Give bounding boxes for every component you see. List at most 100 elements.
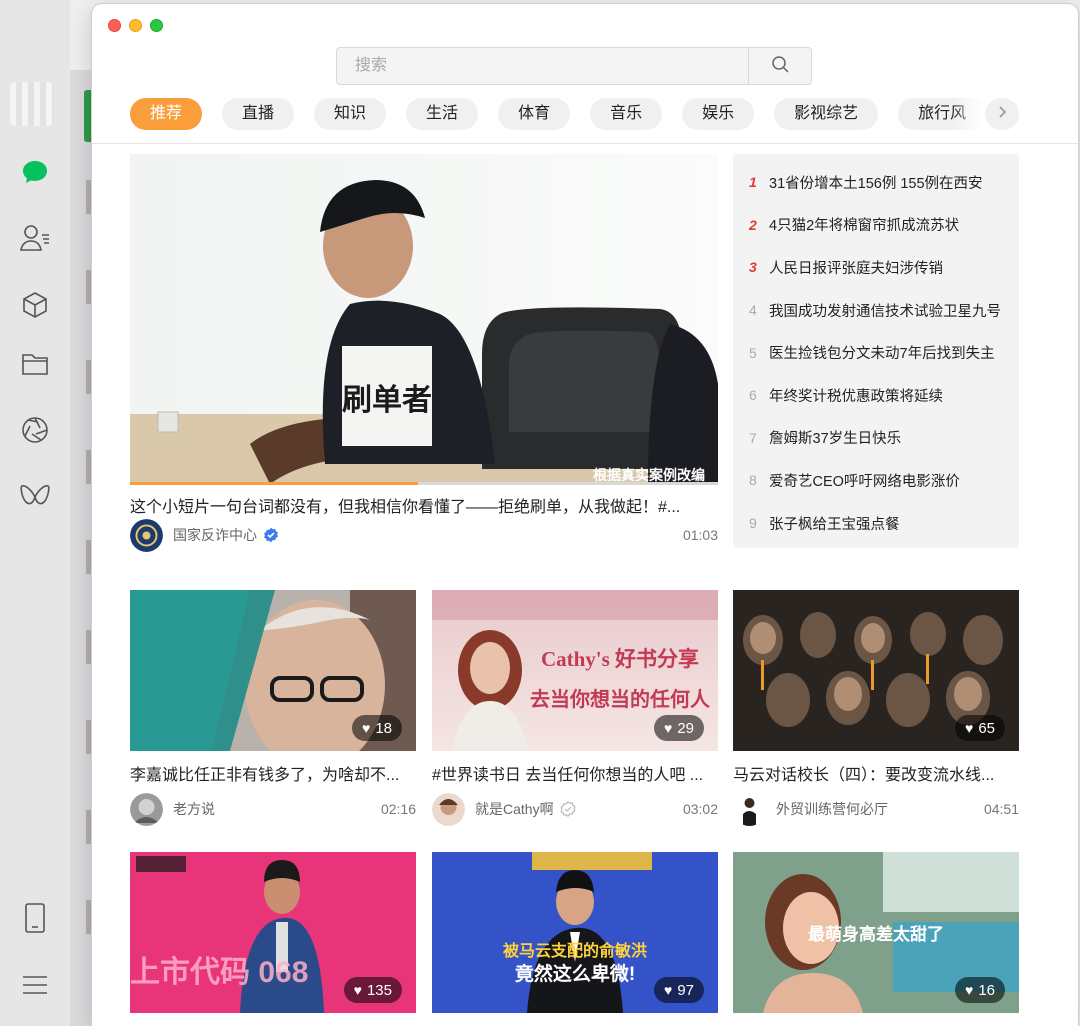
like-count: 65 [978,719,995,737]
author-avatar[interactable] [432,792,465,826]
video-thumbnail: Cathy's 好书分享 去当你想当的任何人 ♥ 29 [432,590,718,751]
like-count-badge: ♥ 18 [352,715,402,741]
tab-film-variety[interactable]: 影视综艺 [774,98,879,130]
tab-live[interactable]: 直播 [222,98,295,130]
thumbnail-text: 最萌身高差太甜了 [808,924,944,944]
search-icon [771,55,789,78]
tabs-next-button[interactable] [985,98,1019,130]
featured-author-row: 国家反诈中心 01:03 [130,518,718,552]
video-title[interactable]: #世界读书日 去当任何你想当的人吧 ... [432,761,718,785]
author-avatar[interactable] [733,792,766,826]
author-name[interactable]: 就是Cathy啊 [475,799,554,819]
video-card[interactable]: 上市代码 068 ♥ 135 [130,852,416,1013]
hot-rank: 4 [749,302,757,319]
hot-rank: 8 [749,472,757,489]
hot-rank: 5 [749,344,757,361]
thumbnail-text-1: 被马云支配的俞敏洪 [503,941,647,960]
close-window-button[interactable] [108,19,121,32]
video-thumbnail: 上市代码 068 ♥ 135 [130,852,416,1013]
hot-item[interactable]: 9 张子枫给王宝强点餐 [733,502,1019,545]
hot-rank: 2 [749,216,757,233]
like-count: 16 [978,981,995,999]
tab-recommend[interactable]: 推荐 [130,98,203,130]
search-bar [336,47,812,85]
video-card[interactable]: ♥ 65 马云对话校长（四）：要改变流水线... 外贸训练营何必厅 04:51 [733,590,1019,826]
user-avatar[interactable] [10,82,54,126]
hot-text: 詹姆斯37岁生日快乐 [769,431,902,448]
heart-icon: ♥ [664,982,673,998]
moments-aperture-icon[interactable] [17,412,53,448]
hot-text: 张子枫给王宝强点餐 [769,516,900,533]
hot-item[interactable]: 7 詹姆斯37岁生日快乐 [733,417,1019,460]
files-folder-icon[interactable] [17,346,53,382]
favorites-cube-icon[interactable] [17,287,53,323]
channels-window: 推荐 直播 知识 生活 体育 音乐 娱乐 影视综艺 旅行风 [92,4,1078,1026]
like-count: 29 [677,719,694,737]
heart-icon: ♥ [353,982,362,998]
hot-item[interactable]: 4 我国成功发射通信技术试验卫星九号 [733,289,1019,332]
featured-overlay-label: 刷单者 [342,384,432,417]
video-title[interactable]: 李嘉诚比任正非有钱多了，为啥却不... [130,761,416,785]
video-card[interactable]: Cathy's 好书分享 去当你想当的任何人 ♥ 29 #世界读书日 去当任何你想… [432,590,718,826]
thumbnail-text: 上市代码 068 [130,955,308,989]
video-card[interactable]: 最萌身高差太甜了 ♥ 16 [733,852,1019,1013]
featured-author-avatar[interactable] [130,518,163,552]
phone-icon[interactable] [17,900,53,936]
hot-text: 年终奖计税优惠政策将延续 [769,388,943,405]
hot-item[interactable]: 5 医生捡钱包分文未动7年后找到失主 [733,331,1019,374]
author-avatar[interactable] [130,792,163,826]
hot-item[interactable]: 3 人民日报评张庭夫妇涉传销 [733,246,1019,289]
like-count-badge: ♥ 135 [343,977,402,1003]
hot-item[interactable]: 6 年终奖计税优惠政策将延续 [733,374,1019,417]
chevron-right-icon [997,105,1007,124]
featured-progress-bar[interactable] [130,482,718,485]
video-card[interactable]: ♥ 18 李嘉诚比任正非有钱多了，为啥却不... 老方说 02:16 [130,590,416,826]
heart-icon: ♥ [362,720,371,736]
search-input[interactable] [337,48,748,84]
tab-sports[interactable]: 体育 [498,98,571,130]
maximize-window-button[interactable] [150,19,163,32]
hot-item[interactable]: 1 31省份增本土156例 155例在西安 [733,161,1019,204]
thumbnail-text-2: 竟然这么卑微! [515,962,635,985]
search-button[interactable] [748,48,811,84]
featured-progress-fill [130,482,419,485]
video-duration: 04:51 [983,801,1019,817]
featured-title[interactable]: 这个小短片一句台词都没有，但我相信你看懂了——拒绝刷单，从我做起！#... [130,493,718,517]
author-name[interactable]: 外贸训练营何必厅 [776,799,888,819]
verified-outline-icon [559,801,576,817]
category-tabs: 推荐 直播 知识 生活 体育 音乐 娱乐 影视综艺 旅行风 [130,98,1020,130]
featured-author-name[interactable]: 国家反诈中心 [173,525,257,545]
hot-item[interactable]: 2 4只猫2年将棉窗帘抓成流苏状 [733,204,1019,247]
window-controls [108,19,163,32]
hot-rank: 1 [749,174,757,191]
hot-rank: 9 [749,515,757,532]
hot-rank: 7 [749,429,757,446]
like-count-badge: ♥ 29 [654,715,704,741]
like-count-badge: ♥ 16 [955,977,1005,1003]
minimize-window-button[interactable] [129,19,142,32]
tab-knowledge[interactable]: 知识 [314,98,387,130]
chat-icon[interactable] [17,154,53,190]
channels-butterfly-icon[interactable] [17,479,53,515]
like-count: 135 [366,981,392,999]
heart-icon: ♥ [664,720,673,736]
tab-life[interactable]: 生活 [406,98,479,130]
contacts-icon[interactable] [17,220,53,256]
author-name[interactable]: 老方说 [173,799,215,819]
tab-music[interactable]: 音乐 [590,98,663,130]
video-thumbnail: 最萌身高差太甜了 ♥ 16 [733,852,1019,1013]
like-count-badge: ♥ 65 [955,715,1005,741]
hot-rank: 3 [749,259,757,276]
like-count: 97 [677,981,694,999]
menu-icon[interactable] [17,967,53,1003]
video-title[interactable]: 马云对话校长（四）：要改变流水线... [733,761,1019,785]
tab-entertainment[interactable]: 娱乐 [682,98,755,130]
video-card[interactable]: 被马云支配的俞敏洪 竟然这么卑微! ♥ 97 [432,852,718,1013]
verified-badge-icon [263,527,279,543]
video-duration: 03:02 [682,801,718,817]
featured-video[interactable]: 刷单者 根据真实案例改编 [130,154,718,484]
heart-icon: ♥ [965,720,974,736]
video-thumbnail: ♥ 65 [733,590,1019,751]
hot-item[interactable]: 8 爱奇艺CEO呼吁网络电影涨价 [733,459,1019,502]
hot-search-list: 1 31省份增本土156例 155例在西安 2 4只猫2年将棉窗帘抓成流苏状 3 人民… [733,154,1019,548]
